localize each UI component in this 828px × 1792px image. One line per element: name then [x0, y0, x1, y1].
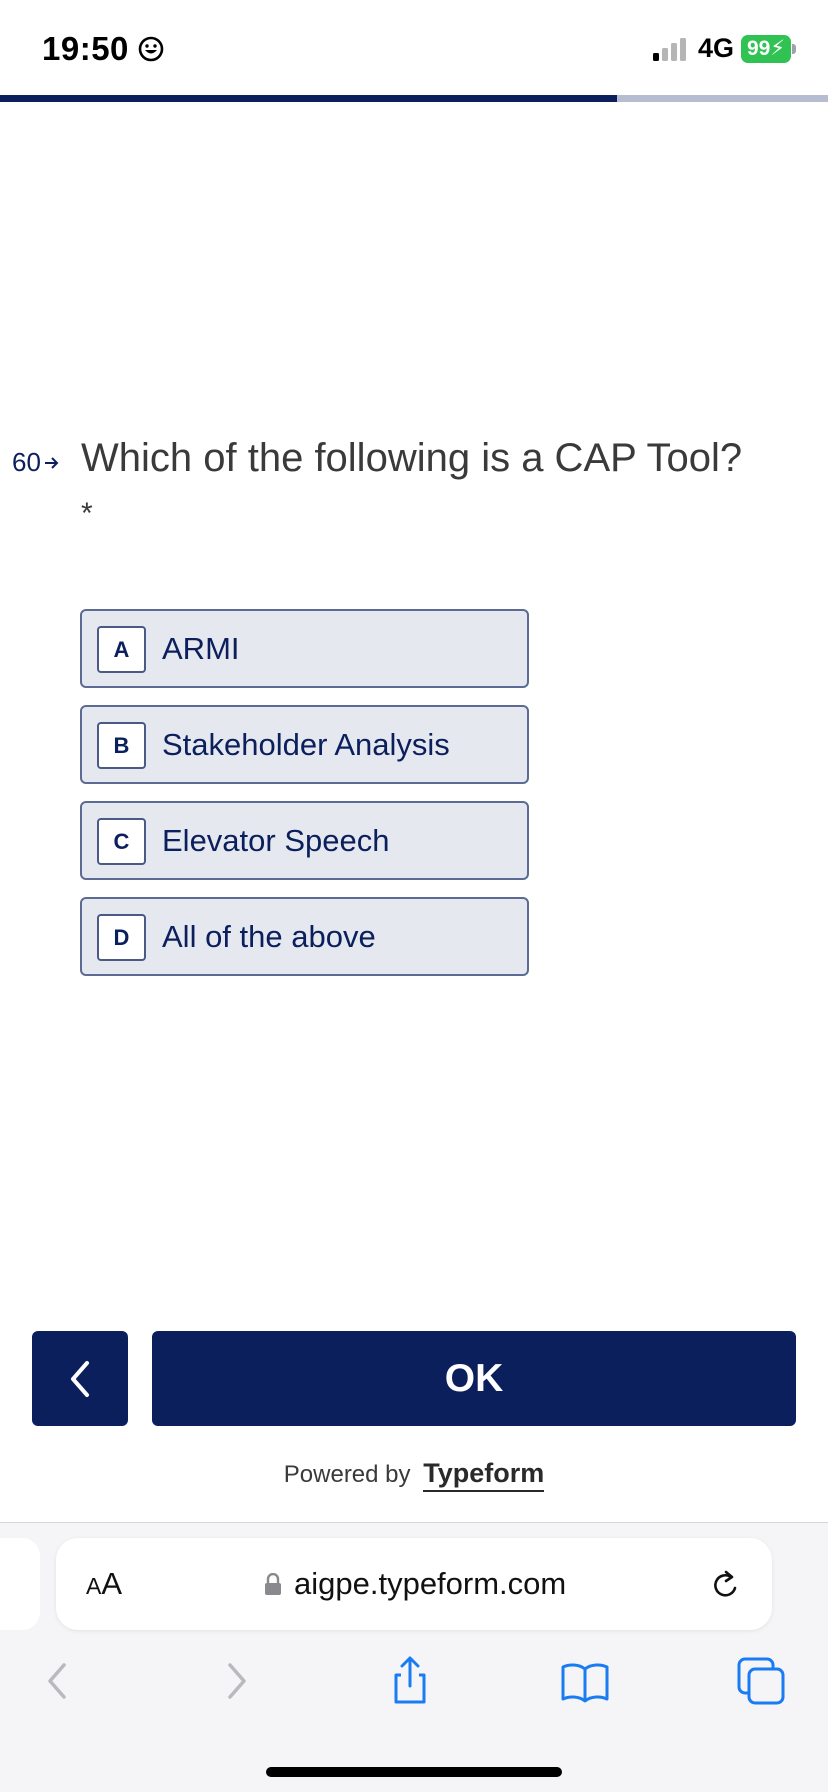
option-key: A	[97, 626, 146, 673]
url-text[interactable]: aigpe.typeform.com	[294, 1566, 566, 1602]
lock-icon	[265, 1573, 281, 1595]
battery-indicator: 99⚡	[741, 35, 791, 63]
signal-icon	[653, 38, 686, 61]
ok-button[interactable]: OK	[152, 1331, 796, 1426]
option-key: B	[97, 722, 146, 769]
back-icon[interactable]	[32, 1655, 84, 1707]
tabs-icon[interactable]	[735, 1655, 787, 1707]
question-title: Which of the following is a CAP Tool?	[81, 436, 743, 480]
option-d[interactable]: D All of the above	[80, 897, 529, 976]
option-b[interactable]: B Stakeholder Analysis	[80, 705, 529, 784]
adjacent-tab[interactable]	[0, 1538, 40, 1630]
powered-by[interactable]: Powered by Typeform	[0, 1458, 828, 1492]
network-label: 4G	[698, 33, 735, 63]
back-button[interactable]	[32, 1331, 128, 1426]
option-label: All of the above	[162, 919, 376, 954]
home-indicator	[266, 1767, 562, 1777]
battery-tip	[792, 44, 796, 54]
question-number: 60	[12, 447, 60, 478]
chevron-left-icon	[71, 1360, 89, 1397]
smiley-icon	[138, 36, 164, 62]
forward-icon[interactable]	[210, 1655, 262, 1707]
option-label: Stakeholder Analysis	[162, 727, 450, 762]
typeform-link[interactable]: Typeform	[423, 1458, 545, 1492]
progress-fill	[0, 95, 617, 102]
option-a[interactable]: A ARMI	[80, 609, 529, 688]
charging-bolt-icon: ⚡	[770, 37, 786, 60]
required-marker: *	[81, 497, 93, 530]
option-label: ARMI	[162, 631, 240, 666]
option-key: D	[97, 914, 146, 961]
arrow-right-icon	[44, 456, 59, 469]
question-number-text: 60	[12, 447, 41, 477]
address-bar[interactable]: AA aigpe.typeform.com	[56, 1538, 772, 1630]
option-key: C	[97, 818, 146, 865]
progress-bar	[0, 95, 828, 102]
text-size-button[interactable]: AA	[86, 1566, 122, 1602]
status-bar: 19:50 4G 99⚡	[0, 0, 828, 100]
option-c[interactable]: C Elevator Speech	[80, 801, 529, 880]
share-icon[interactable]	[384, 1655, 436, 1707]
reload-icon[interactable]	[709, 1568, 743, 1602]
battery-level: 99	[746, 37, 771, 60]
powered-by-text: Powered by	[283, 1461, 411, 1488]
option-label: Elevator Speech	[162, 823, 390, 858]
status-time: 19:50	[42, 30, 129, 67]
bookmarks-icon[interactable]	[559, 1655, 611, 1707]
